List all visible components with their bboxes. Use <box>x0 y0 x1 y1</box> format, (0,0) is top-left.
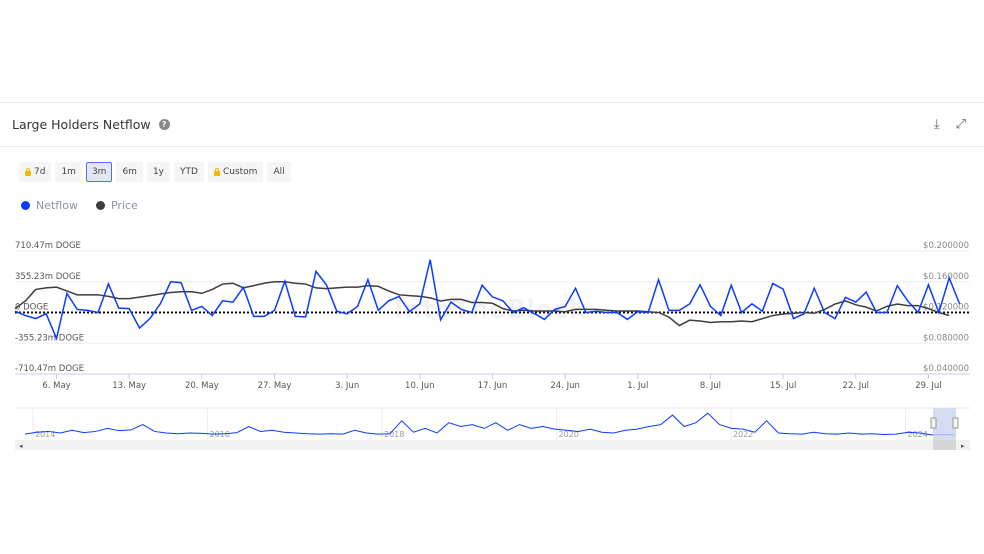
chart: 710.47m DOGE $0.200000 355.23m DOGE $0.1600… <box>14 241 970 450</box>
x-tick-label: 27. May <box>258 381 292 391</box>
y-left-tick-label: -710.47m DOGE <box>15 364 84 374</box>
x-tick-label: 6. May <box>42 381 70 391</box>
navigator-line <box>24 412 956 436</box>
x-tick-label: 20. May <box>185 381 219 391</box>
scroll-left-arrow-icon[interactable]: ◂ <box>19 442 23 450</box>
x-tick-label: 15. Jul <box>770 381 796 391</box>
y-left-tick-label: 355.23m DOGE <box>15 272 81 282</box>
navigator-year-label: 2018 <box>384 430 404 439</box>
x-tick-label: 24. Jun <box>550 381 580 391</box>
y-right-tick-label: $0.200000 <box>923 241 969 251</box>
y-right-tick-label: $0.120000 <box>923 303 969 313</box>
y-left-tick-label: 0 DOGE <box>15 303 48 313</box>
y-right-tick-label: $0.160000 <box>923 272 969 282</box>
y-left-tick-label: -355.23m DOGE <box>15 333 84 343</box>
x-tick-label: 8. Jul <box>700 381 721 391</box>
x-tick-label: 17. Jun <box>478 381 508 391</box>
y-right-tick-label: $0.080000 <box>923 333 969 343</box>
y-right-tick-label: $0.040000 <box>923 364 969 374</box>
y-left-tick-label: 710.47m DOGE <box>15 241 81 251</box>
x-tick-label: 10. Jun <box>405 381 435 391</box>
scrollbar-thumb[interactable] <box>933 440 956 450</box>
x-tick-label: 3. Jun <box>335 381 359 391</box>
navigator-handle-left[interactable] <box>930 417 937 429</box>
scroll-right-arrow-icon[interactable]: ▸ <box>961 442 965 450</box>
x-tick-label: 22. Jul <box>843 381 869 391</box>
navigator-year-label: 2024 <box>908 430 928 439</box>
navigator-handle-right[interactable] <box>952 417 959 429</box>
x-tick-label: 13. May <box>112 381 146 391</box>
scrollbar-track[interactable] <box>15 440 970 450</box>
x-tick-label: 1. Jul <box>627 381 648 391</box>
x-tick-label: 29. Jul <box>915 381 941 391</box>
watermark: IntoTheBlock <box>394 295 586 325</box>
